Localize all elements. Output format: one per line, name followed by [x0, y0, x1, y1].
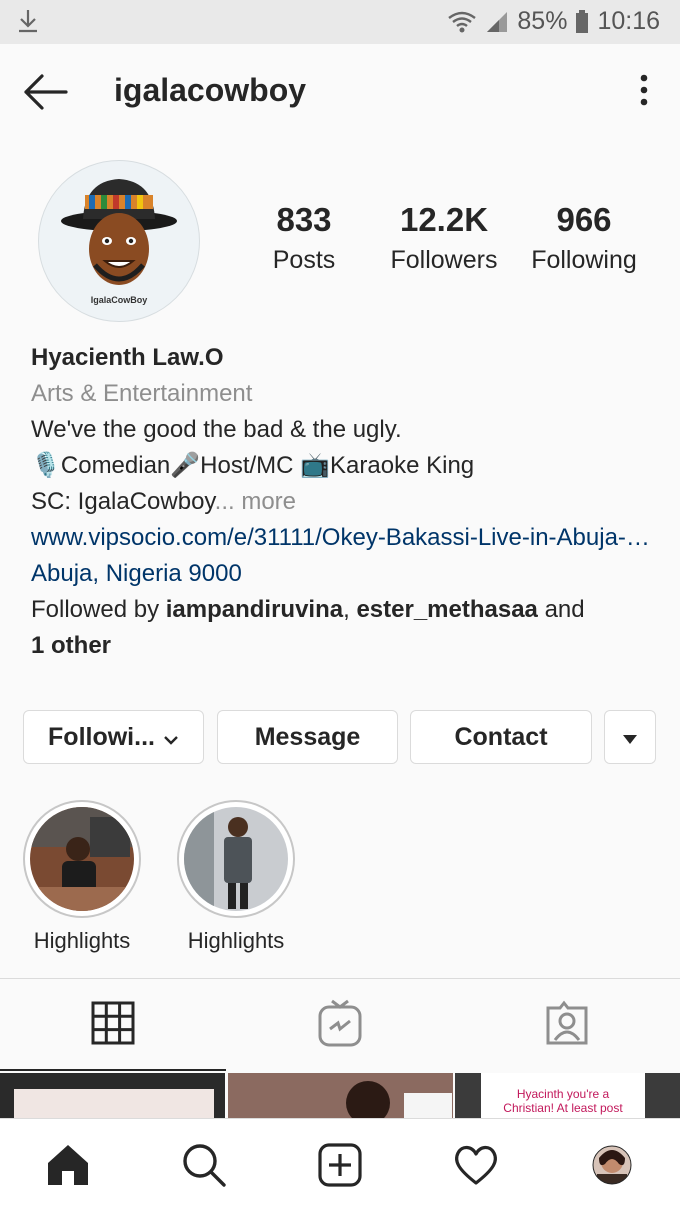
page-title: igalacowboy: [114, 72, 307, 108]
grid-icon: [91, 1001, 135, 1050]
location-link[interactable]: Abuja, Nigeria 9000: [31, 556, 661, 592]
stat-value: 12.2K: [399, 201, 489, 238]
highlight-thumbnail: [30, 807, 134, 911]
arrow-left-icon[interactable]: [20, 70, 70, 114]
more-vertical-icon[interactable]: [634, 72, 654, 112]
bio-text: We've the good the bad & the ugly.: [31, 416, 402, 443]
contact-button[interactable]: Contact: [410, 710, 592, 764]
clock: 10:16: [597, 7, 660, 35]
stat-value: 833: [276, 201, 332, 238]
message-button[interactable]: Message: [217, 710, 398, 764]
post-thumbnail[interactable]: [0, 1073, 225, 1121]
tab-tagged[interactable]: [454, 979, 680, 1071]
battery-icon: [575, 9, 589, 34]
more-link[interactable]: ... more: [215, 488, 296, 515]
avatar-caption: IgalaCowBoy: [90, 295, 148, 305]
home-icon[interactable]: [40, 1137, 96, 1193]
posts-count[interactable]: 833 Posts: [234, 200, 374, 280]
post-caption: Hyacinth you're a Christian! At least po…: [503, 1087, 623, 1115]
post-thumbnail[interactable]: Hyacinth you're a Christian! At least po…: [455, 1073, 680, 1121]
separator: ,: [343, 596, 357, 623]
message-button-label: Message: [254, 722, 361, 751]
highlight-label: Highlights: [33, 928, 131, 953]
profile-tabs: [0, 979, 680, 1071]
search-icon[interactable]: [176, 1137, 232, 1193]
website-link[interactable]: www.vipsocio.com/e/31111/Okey-Bakassi-Li…: [31, 520, 661, 556]
highlight-thumbnail: [184, 807, 288, 911]
download-icon: [16, 8, 40, 41]
highlight-label: Highlights: [187, 928, 285, 953]
follower-username[interactable]: iampandiruvina: [166, 596, 343, 623]
suggested-accounts-button[interactable]: [604, 710, 656, 764]
tab-posts-grid[interactable]: [0, 979, 226, 1071]
followed-by[interactable]: Followed by iampandiruvina, ester_methas…: [31, 592, 661, 628]
bio-text: SC: IgalaCowboy: [31, 488, 215, 515]
stat-value: 966: [556, 201, 612, 238]
follower-username[interactable]: ester_methasaa: [356, 596, 537, 623]
battery-level: 85%: [517, 7, 568, 35]
wifi-icon: [447, 10, 477, 34]
status-bar: 85% 10:16: [0, 0, 680, 44]
story-highlight[interactable]: Highlights: [22, 800, 142, 954]
profile-name: Hyacienth Law.O: [31, 344, 224, 371]
add-post-icon[interactable]: [312, 1137, 368, 1193]
caret-down-icon: [623, 723, 637, 752]
following-button-label: Followi...: [48, 722, 155, 751]
following-count[interactable]: 966 Following: [514, 200, 654, 280]
profile-bio: Hyacienth Law.O Arts & Entertainment We'…: [31, 340, 661, 664]
posts-grid: Hyacinth you're a Christian! At least po…: [0, 1073, 680, 1121]
chevron-down-icon: [163, 723, 179, 752]
heart-icon[interactable]: [448, 1137, 504, 1193]
stat-label: Posts: [272, 246, 336, 274]
stat-label: Followers: [390, 246, 498, 274]
tab-igtv[interactable]: [227, 979, 453, 1071]
bottom-navigation: [0, 1118, 680, 1210]
profile-header: igalacowboy: [0, 44, 680, 140]
conjunction: and: [537, 596, 585, 623]
post-thumbnail[interactable]: [228, 1073, 453, 1121]
highlight-ring: [177, 800, 295, 918]
tagged-icon: [544, 1000, 590, 1051]
following-button[interactable]: Followi...: [23, 710, 204, 764]
stat-label: Following: [531, 246, 637, 274]
followed-by-other[interactable]: 1 other: [31, 632, 111, 659]
signal-icon: [485, 10, 509, 34]
igtv-icon: [318, 999, 362, 1052]
followed-by-prefix: Followed by: [31, 596, 166, 623]
profile-avatar[interactable]: IgalaCowBoy: [38, 160, 200, 322]
contact-button-label: Contact: [454, 722, 548, 751]
followers-count[interactable]: 12.2K Followers: [374, 200, 514, 280]
story-highlight[interactable]: Highlights: [176, 800, 296, 954]
highlight-ring: [23, 800, 141, 918]
profile-avatar-icon[interactable]: [584, 1137, 640, 1193]
profile-category: Arts & Entertainment: [31, 380, 253, 407]
bio-text: 🎙️Comedian🎤Host/MC 📺Karaoke King: [31, 452, 475, 479]
